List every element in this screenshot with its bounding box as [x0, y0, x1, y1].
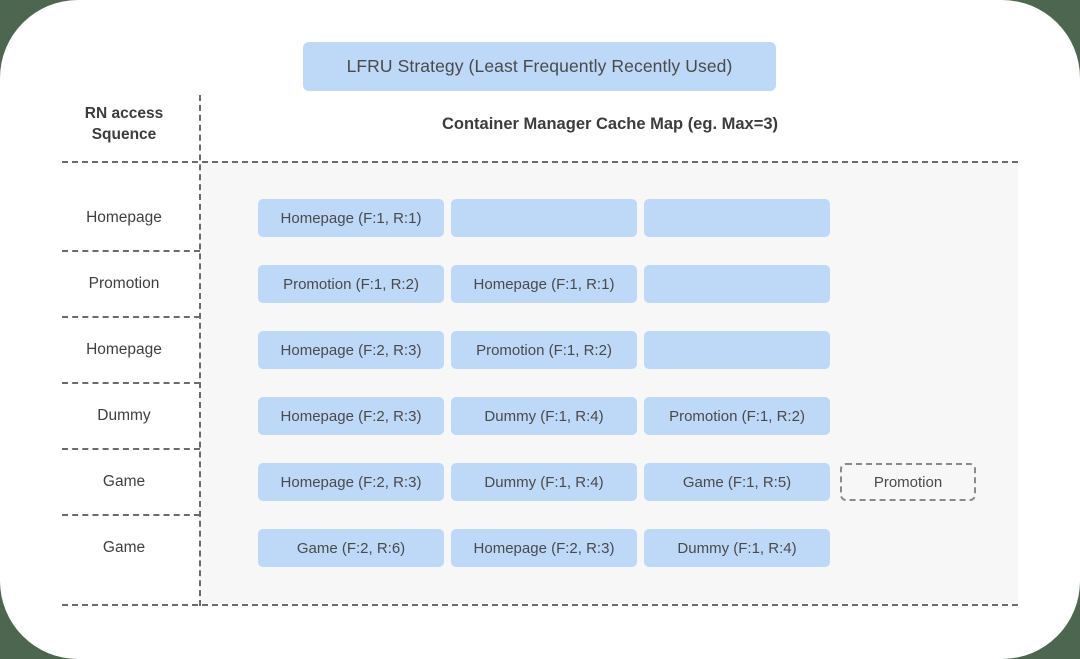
row-separator [62, 382, 200, 384]
cache-slot: Homepage (F:1, R:1) [258, 199, 444, 237]
cache-slot: Dummy (F:1, R:4) [451, 463, 637, 501]
row-access-label: Promotion [88, 275, 160, 292]
table-row: Homepage Homepage (F:1, R:1) [0, 199, 1080, 237]
row-separator [62, 250, 200, 252]
cache-slots: Homepage (F:2, R:3) Dummy (F:1, R:4) Gam… [258, 463, 830, 501]
cache-slots: Homepage (F:1, R:1) [258, 199, 830, 237]
diagram-card: LFRU Strategy (Least Frequently Recently… [0, 0, 1080, 659]
cache-map-header: Container Manager Cache Map (eg. Max=3) [441, 115, 779, 133]
cache-slot: Homepage (F:1, R:1) [451, 265, 637, 303]
cache-slot: Promotion (F:1, R:2) [644, 397, 830, 435]
cache-slots: Promotion (F:1, R:2) Homepage (F:1, R:1) [258, 265, 830, 303]
table-row: Game Homepage (F:2, R:3) Dummy (F:1, R:4… [0, 463, 1080, 501]
row-access-label: Game [102, 473, 146, 490]
table-row: Homepage Homepage (F:2, R:3) Promotion (… [0, 331, 1080, 369]
cache-slot: Homepage (F:2, R:3) [451, 529, 637, 567]
cache-slot: Homepage (F:2, R:3) [258, 463, 444, 501]
row-separator [62, 316, 200, 318]
table-row: Game Game (F:2, R:6) Homepage (F:2, R:3)… [0, 529, 1080, 567]
cache-slot: Homepage (F:2, R:3) [258, 397, 444, 435]
title-banner-label: LFRU Strategy (Least Frequently Recently… [346, 56, 733, 76]
cache-slot: Game (F:2, R:6) [258, 529, 444, 567]
cache-slot [644, 331, 830, 369]
row-separator [62, 514, 200, 516]
left-column-header-line2: Squence [91, 126, 157, 143]
row-access-label: Homepage [86, 341, 162, 358]
row-access-label: Game [102, 539, 146, 556]
cache-slots: Homepage (F:2, R:3) Promotion (F:1, R:2) [258, 331, 830, 369]
row-access-label: Dummy [97, 407, 151, 424]
row-access-label: Homepage [86, 209, 162, 226]
cache-slot [644, 265, 830, 303]
cache-slot: Promotion (F:1, R:2) [451, 331, 637, 369]
rule-top [62, 161, 1018, 163]
cache-slots: Homepage (F:2, R:3) Dummy (F:1, R:4) Pro… [258, 397, 830, 435]
table-row: Dummy Homepage (F:2, R:3) Dummy (F:1, R:… [0, 397, 1080, 435]
cache-slot: Promotion (F:1, R:2) [258, 265, 444, 303]
cache-slot [644, 199, 830, 237]
evicted-item: Promotion [840, 463, 976, 501]
cache-slot: Homepage (F:2, R:3) [258, 331, 444, 369]
title-banner: LFRU Strategy (Least Frequently Recently… [303, 42, 776, 91]
cache-slot: Dummy (F:1, R:4) [644, 529, 830, 567]
cache-slots: Game (F:2, R:6) Homepage (F:2, R:3) Dumm… [258, 529, 830, 567]
cache-slot: Game (F:1, R:5) [644, 463, 830, 501]
cache-slot: Dummy (F:1, R:4) [451, 397, 637, 435]
cache-slot [451, 199, 637, 237]
table-row: Promotion Promotion (F:1, R:2) Homepage … [0, 265, 1080, 303]
row-separator [62, 448, 200, 450]
left-column-header-line1: RN access [84, 105, 164, 122]
rule-bottom [62, 604, 1018, 606]
left-column-header: RN access Squence [48, 103, 200, 145]
